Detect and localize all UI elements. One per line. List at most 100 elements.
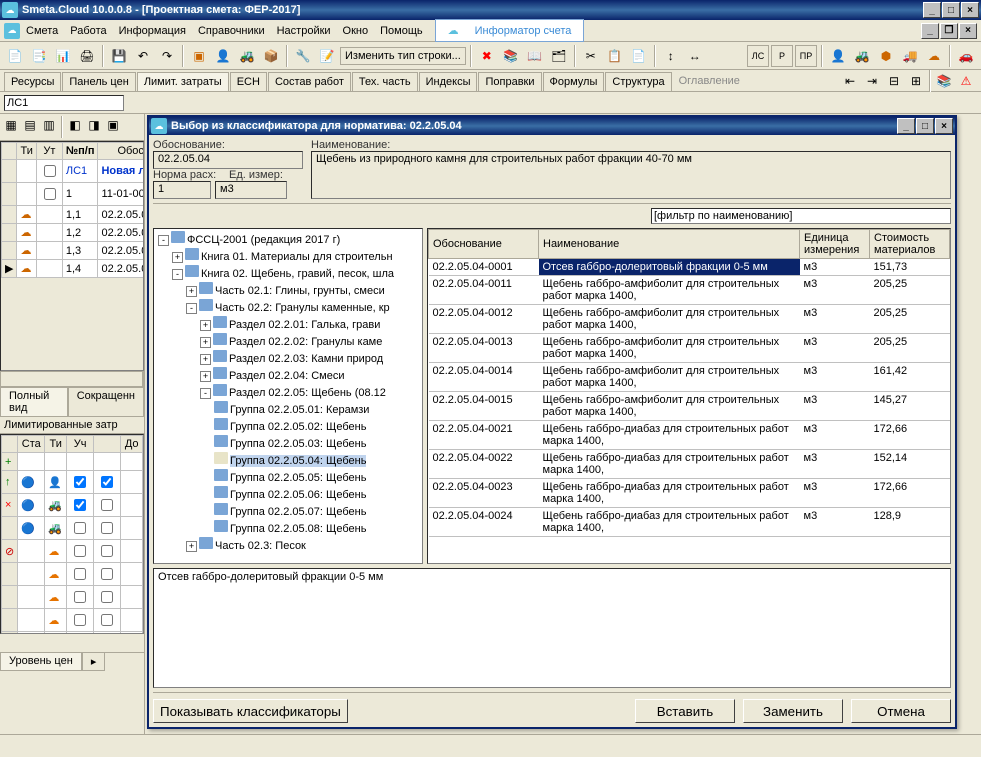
tool-icon[interactable]: ПР: [795, 45, 817, 67]
dialog-titlebar[interactable]: ☁ Выбор из классификатора для норматива:…: [149, 117, 955, 135]
insert-button[interactable]: Вставить: [635, 699, 735, 723]
tool-icon[interactable]: ▣: [188, 45, 210, 67]
tree-node[interactable]: Раздел 02.2.02: Гранулы каме: [229, 336, 382, 348]
expand-icon[interactable]: +: [200, 337, 211, 348]
redo-icon[interactable]: ↷: [156, 45, 178, 67]
tree-node[interactable]: Часть 02.1: Глины, грунты, смеси: [215, 285, 385, 297]
tool-icon[interactable]: 📖: [524, 45, 546, 67]
tool-icon[interactable]: ЛС: [747, 45, 769, 67]
tab-esn[interactable]: ЕСН: [230, 72, 267, 91]
close-button[interactable]: ×: [961, 2, 979, 18]
menu-rabota[interactable]: Работа: [64, 23, 112, 39]
expand-icon[interactable]: -: [186, 303, 197, 314]
tab-prices[interactable]: Панель цен: [62, 72, 135, 91]
tab-formula[interactable]: Формулы: [543, 72, 605, 91]
limit-checkbox[interactable]: [101, 568, 113, 580]
tab-index[interactable]: Индексы: [419, 72, 478, 91]
dialog-maximize-button[interactable]: □: [916, 118, 934, 134]
results-table[interactable]: Обоснование Наименование Единица измерен…: [427, 228, 951, 564]
limit-checkbox[interactable]: [101, 545, 113, 557]
tree-node[interactable]: Группа 02.2.05.08: Щебень: [230, 523, 366, 535]
menu-help[interactable]: Помощь: [374, 23, 429, 39]
expand-icon[interactable]: -: [172, 269, 183, 280]
expand-icon[interactable]: +: [200, 371, 211, 382]
col-np[interactable]: №п/п: [62, 143, 98, 160]
col-obosn[interactable]: Обоснование: [429, 230, 539, 259]
tool-icon[interactable]: ↕: [660, 45, 682, 67]
grid-row[interactable]: ☁1,302.2.05.0: [2, 242, 145, 260]
menu-smeta[interactable]: Смета: [20, 23, 64, 39]
tree-node[interactable]: Часть 02.2: Гранулы каменные, кр: [215, 302, 390, 314]
tree-node[interactable]: Группа 02.2.05.06: Щебень: [230, 489, 366, 501]
books-icon[interactable]: 📚: [933, 70, 955, 92]
tool-icon[interactable]: ☁: [923, 45, 945, 67]
col-ob[interactable]: Обоснова: [98, 143, 144, 160]
maximize-button[interactable]: □: [942, 2, 960, 18]
expand-icon[interactable]: -: [200, 388, 211, 399]
tab-resources[interactable]: Ресурсы: [4, 72, 61, 91]
collapse-icon[interactable]: ⊟: [883, 70, 905, 92]
col-stoim[interactable]: Стоимость материалов: [870, 230, 950, 259]
table-row[interactable]: 02.2.05.04-0015Щебень габбро-амфиболит д…: [429, 392, 950, 421]
delete-icon[interactable]: ✖: [476, 45, 498, 67]
tab-arrow[interactable]: ▸: [82, 653, 106, 671]
limit-checkbox[interactable]: [101, 522, 113, 534]
expand-icon[interactable]: +: [200, 354, 211, 365]
paste-icon[interactable]: 📄: [628, 45, 650, 67]
tool-icon[interactable]: 📝: [316, 45, 338, 67]
limit-checkbox[interactable]: [74, 614, 86, 626]
limit-checkbox[interactable]: [74, 591, 86, 603]
tool-icon[interactable]: 👤: [827, 45, 849, 67]
limit-checkbox[interactable]: [74, 522, 86, 534]
tool-icon[interactable]: 📑: [28, 45, 50, 67]
cancel-button[interactable]: Отмена: [851, 699, 951, 723]
tool-icon[interactable]: ◧: [66, 116, 84, 134]
tool-icon[interactable]: ◨: [85, 116, 103, 134]
table-row[interactable]: 02.2.05.04-0012Щебень габбро-амфиболит д…: [429, 305, 950, 334]
tool-icon[interactable]: 🗂: [548, 45, 570, 67]
show-classifiers-button[interactable]: Показывать классификаторы: [153, 699, 348, 723]
minimize-button[interactable]: _: [923, 2, 941, 18]
ls-input[interactable]: [4, 95, 124, 111]
tree-node[interactable]: Группа 02.2.05.03: Щебень: [230, 438, 366, 450]
tree-node[interactable]: Раздел 02.2.01: Галька, грави: [229, 319, 380, 331]
dialog-minimize-button[interactable]: _: [897, 118, 915, 134]
tree-node[interactable]: Группа 02.2.05.01: Керамзи: [230, 404, 369, 416]
tree-node[interactable]: Раздел 02.2.05: Щебень (08.12: [229, 387, 386, 399]
tool-icon[interactable]: 🚚: [899, 45, 921, 67]
limit-checkbox[interactable]: [101, 499, 113, 511]
grid-row[interactable]: ☁1,102.2.05.0: [2, 206, 145, 224]
tab-sostav[interactable]: Состав работ: [268, 72, 351, 91]
replace-button[interactable]: Заменить: [743, 699, 843, 723]
mdi-close-button[interactable]: ×: [959, 23, 977, 39]
table-row[interactable]: 02.2.05.04-0001Отсев габбро-долеритовый …: [429, 259, 950, 276]
tree-node[interactable]: Часть 02.3: Песок: [215, 540, 306, 552]
tool-icon[interactable]: 🚗: [955, 45, 977, 67]
tab-struct[interactable]: Структура: [605, 72, 671, 91]
table-row[interactable]: 02.2.05.04-0011Щебень габбро-амфиболит д…: [429, 276, 950, 305]
tool-icon[interactable]: ▦: [2, 116, 20, 134]
tool-icon[interactable]: 📦: [260, 45, 282, 67]
col-ti[interactable]: Ти: [17, 143, 36, 160]
tool-icon[interactable]: 👤: [212, 45, 234, 67]
limit-checkbox[interactable]: [101, 591, 113, 603]
tree-node[interactable]: ФССЦ-2001 (редакция 2017 г): [187, 234, 340, 246]
row-checkbox[interactable]: [44, 165, 56, 177]
tree-node[interactable]: Книга 01. Материалы для строительн: [201, 251, 393, 263]
tool-icon[interactable]: ▥: [40, 116, 58, 134]
tool-icon[interactable]: 🚜: [236, 45, 258, 67]
grid-row[interactable]: 111-01-00:: [2, 183, 145, 206]
tool-icon[interactable]: 🖨: [76, 45, 98, 67]
change-type-button[interactable]: Изменить тип строки...: [340, 47, 466, 65]
menu-info[interactable]: Информация: [113, 23, 192, 39]
expand-icon[interactable]: -: [158, 235, 169, 246]
indent-left-icon[interactable]: ⇤: [839, 70, 861, 92]
expand-icon[interactable]: +: [172, 252, 183, 263]
grid-row[interactable]: ☁1,202.2.05.0: [2, 224, 145, 242]
row-checkbox[interactable]: [44, 188, 56, 200]
expand-icon[interactable]: +: [186, 286, 197, 297]
alert-icon[interactable]: ⚠: [955, 70, 977, 92]
tab-poprav[interactable]: Поправки: [478, 72, 541, 91]
left-grid[interactable]: Ти Ут №п/п Обоснова ЛС1Новая локальн 111…: [0, 141, 144, 371]
tool-icon[interactable]: 🚜: [851, 45, 873, 67]
